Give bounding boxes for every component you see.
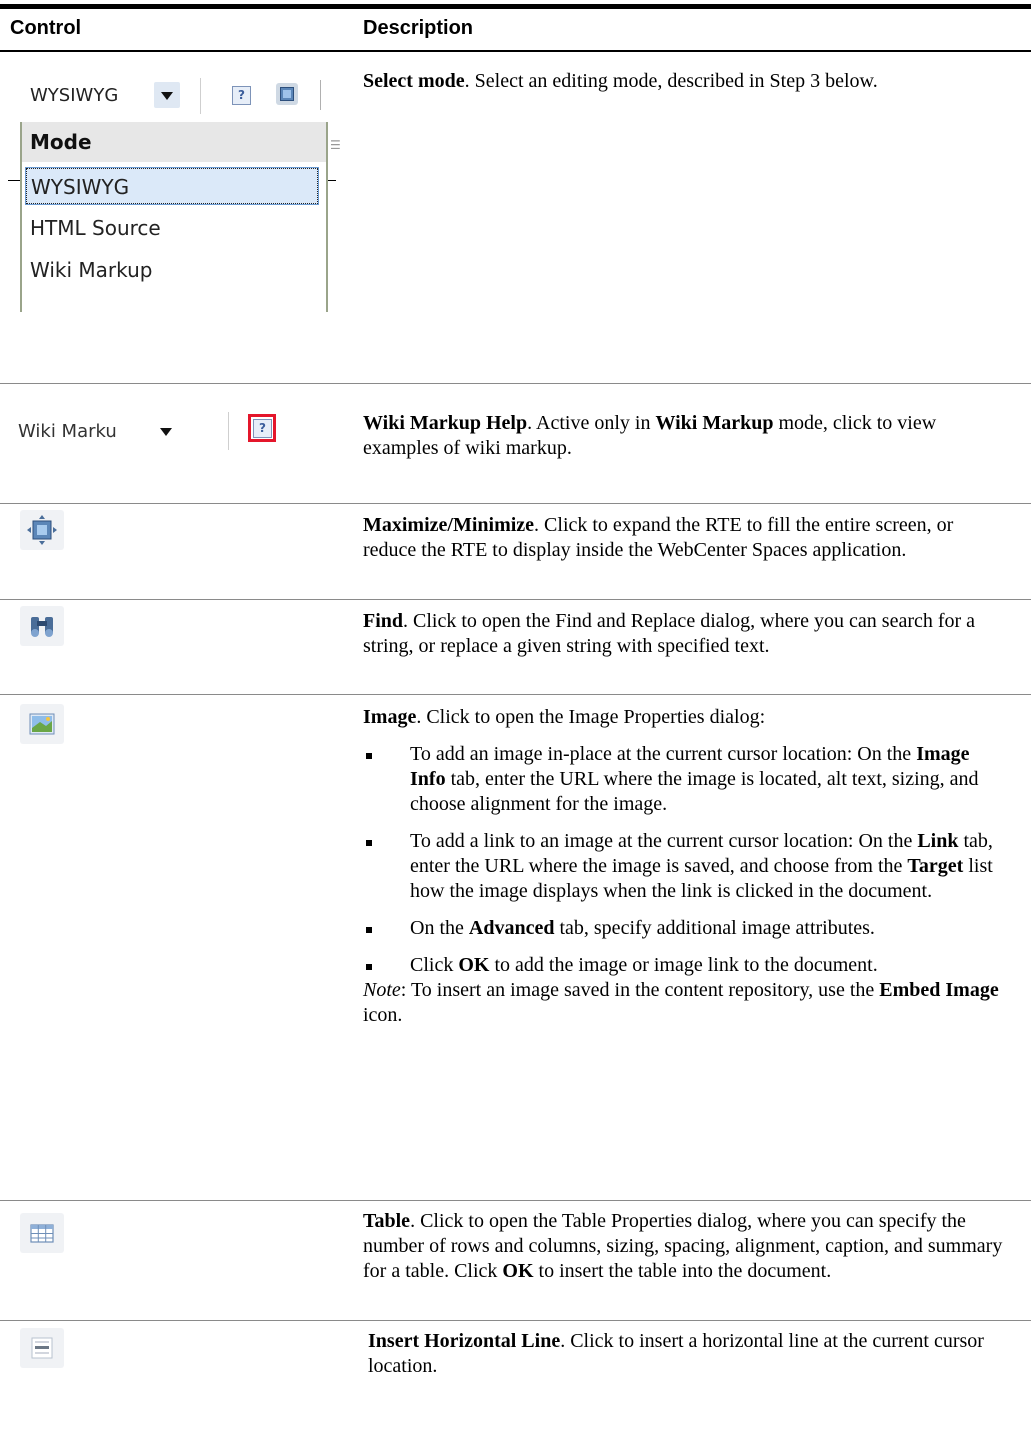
binoculars-icon	[20, 606, 64, 646]
image-icon	[20, 704, 64, 744]
image-bullet-link: To add a link to an image at the current…	[363, 829, 1008, 904]
list-icon-fragment: ☰	[330, 138, 341, 152]
header-rule	[0, 50, 1031, 52]
maximize-icon[interactable]	[276, 83, 298, 105]
desc-select-mode: Select mode. Select an editing mode, des…	[363, 70, 878, 92]
row-divider	[0, 383, 1031, 384]
image-bullet-image-info: To add an image in-place at the current …	[363, 742, 1008, 817]
toolbar-separator	[320, 80, 321, 110]
chevron-down-icon	[160, 428, 172, 436]
wiki-mode-select-value: Wiki Marku	[18, 421, 117, 442]
desc-title: Table	[363, 1210, 411, 1232]
chevron-down-icon	[161, 92, 173, 100]
desc-title: Maximize/Minimize	[363, 514, 535, 536]
mode-option-wysiwyg[interactable]: WYSIWYG	[25, 167, 319, 205]
mode-select-value: WYSIWYG	[30, 85, 119, 106]
mode-select-arrow[interactable]	[154, 82, 180, 108]
editor-border-left	[8, 180, 20, 181]
header-description: Description	[363, 17, 474, 39]
desc-title: Wiki Markup Help	[363, 412, 528, 434]
row-divider	[0, 599, 1031, 600]
row-divider	[0, 1320, 1031, 1321]
desc-maximize: Maximize/Minimize. Click to expand the R…	[363, 514, 954, 561]
bullet-marker	[366, 927, 372, 933]
image-bullet-advanced: On the Advanced tab, specify additional …	[363, 916, 1008, 941]
bullet-marker	[366, 753, 372, 759]
desc-title: Image	[363, 706, 417, 728]
mode-menu-header: Mode	[22, 122, 326, 162]
mode-dropdown-screenshot: WYSIWYG ? ☰ Mode WYSIWYG HTML Source Wik…	[0, 60, 345, 312]
desc-title: Select mode	[363, 70, 465, 92]
desc-title: Find	[363, 610, 404, 632]
header-control: Control	[10, 17, 82, 39]
maximize-icon	[20, 510, 64, 550]
mode-option-html-source[interactable]: HTML Source	[30, 210, 161, 246]
desc-hline: Insert Horizontal Line. Click to insert …	[368, 1330, 984, 1377]
image-bullet-ok: Click OK to add the image or image link …	[363, 953, 1008, 978]
row-divider	[0, 1200, 1031, 1201]
mode-menu: Mode WYSIWYG HTML Source Wiki Markup	[20, 122, 328, 312]
desc-image: Image. Click to open the Image Propertie…	[363, 705, 1008, 1028]
wiki-help-screenshot: Wiki Marku ?	[0, 398, 290, 480]
row-divider	[0, 694, 1031, 695]
mode-select[interactable]: WYSIWYG	[18, 78, 201, 114]
table-icon	[20, 1213, 64, 1253]
mode-option-wiki-markup[interactable]: Wiki Markup	[30, 252, 152, 288]
desc-wiki-help: Wiki Markup Help. Active only in Wiki Ma…	[363, 412, 937, 459]
desc-title: Insert Horizontal Line	[368, 1330, 561, 1352]
image-note: Note: To insert an image saved in the co…	[363, 979, 999, 1026]
control-description-table: Control Description WYSIWYG ? ☰ Mode WYS…	[0, 0, 1031, 1452]
row-divider	[0, 503, 1031, 504]
bullet-marker	[366, 840, 372, 846]
wiki-help-highlight[interactable]: ?	[248, 414, 276, 442]
bullet-marker	[366, 964, 372, 970]
table-top-rule	[0, 4, 1031, 9]
desc-table: Table. Click to open the Table Propertie…	[363, 1210, 1003, 1282]
help-icon[interactable]: ?	[232, 86, 251, 105]
desc-find: Find. Click to open the Find and Replace…	[363, 610, 976, 657]
help-icon[interactable]: ?	[253, 419, 272, 438]
horizontal-line-icon	[20, 1328, 64, 1368]
wiki-mode-select[interactable]: Wiki Marku	[18, 412, 229, 450]
